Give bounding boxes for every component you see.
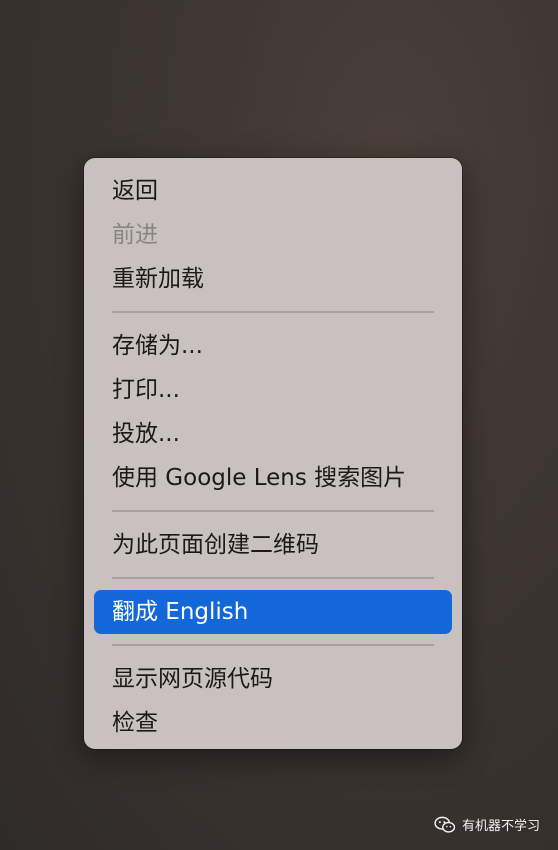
menu-separator xyxy=(112,644,434,646)
menu-separator xyxy=(112,311,434,313)
menu-item-view-source[interactable]: 显示网页源代码 xyxy=(84,657,462,701)
menu-item-reload[interactable]: 重新加载 xyxy=(84,257,462,301)
menu-item-google-lens[interactable]: 使用 Google Lens 搜索图片 xyxy=(84,456,462,500)
menu-separator xyxy=(112,577,434,579)
menu-item-cast[interactable]: 投放... xyxy=(84,412,462,456)
watermark-text: 有机器不学习 xyxy=(461,819,540,834)
context-menu: 返回 前进 重新加载 存储为... 打印... 投放... 使用 Google … xyxy=(84,158,462,749)
menu-item-save-as[interactable]: 存储为... xyxy=(84,324,462,368)
watermark: 有机器不学习 xyxy=(434,815,540,834)
menu-item-back[interactable]: 返回 xyxy=(84,169,462,213)
menu-separator xyxy=(112,510,434,512)
menu-item-forward: 前进 xyxy=(112,222,158,248)
wechat-icon xyxy=(434,816,456,833)
menu-item-create-qr-code[interactable]: 为此页面创建二维码 xyxy=(84,523,462,567)
menu-item-inspect[interactable]: 检查 xyxy=(84,701,462,745)
menu-item-translate[interactable]: 翻成 English xyxy=(94,590,452,634)
menu-item-print[interactable]: 打印... xyxy=(84,368,462,412)
